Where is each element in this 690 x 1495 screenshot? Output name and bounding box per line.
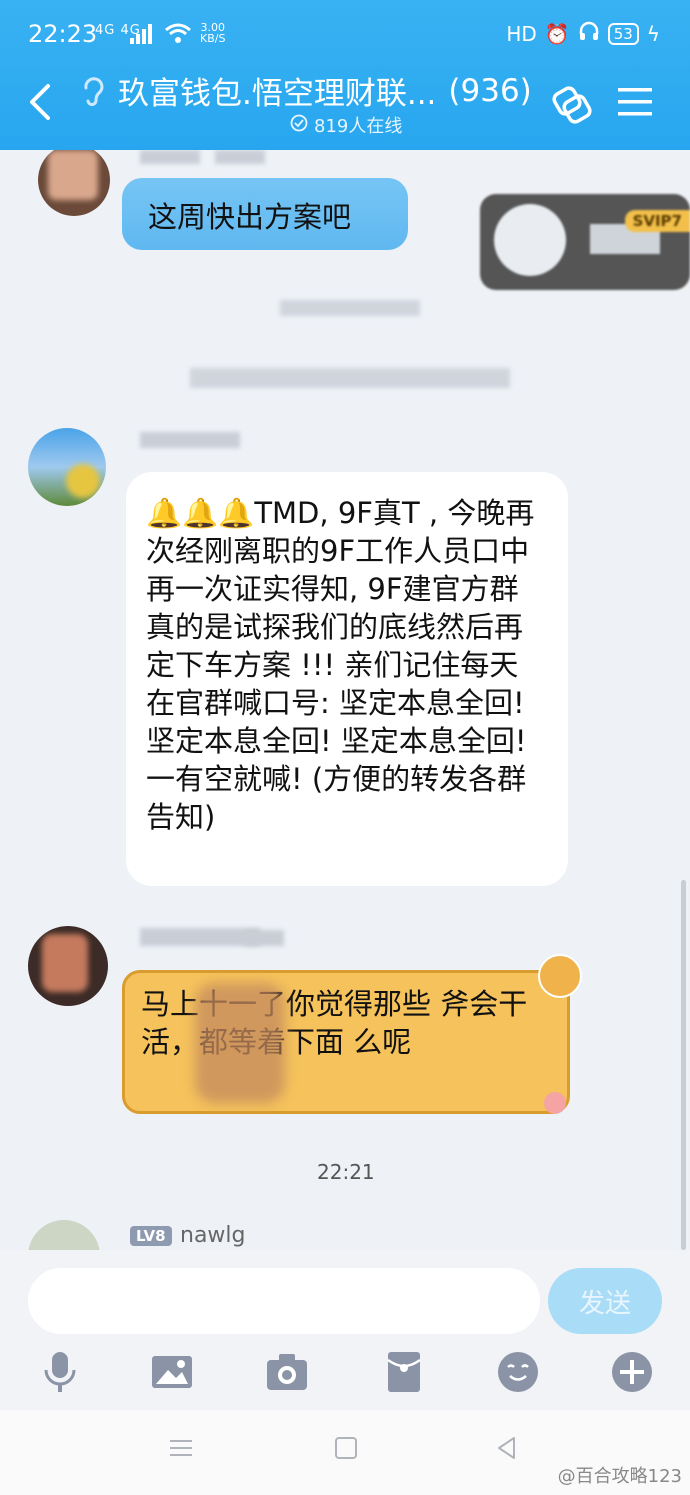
chat-header: 22:23 4G 4G 3.00 KB/S HD ⏰ 53 ϟ 玖富钱包.悟空理… [0,0,690,150]
peach-icon [544,1092,566,1114]
ear-icon [80,76,106,106]
message-timestamp: 22:21 [317,1160,375,1184]
status-right-group: HD ⏰ 53 ϟ [506,20,660,47]
sender-name-blurred [140,928,260,946]
plus-icon [612,1352,652,1392]
online-count: 819人在线 [314,116,403,137]
charging-icon: ϟ [646,21,660,46]
home-button[interactable] [333,1435,359,1465]
sender-name-blurred [244,930,284,946]
microphone-button[interactable] [38,1350,82,1394]
member-count: (936) [448,72,532,109]
menu-icon [618,88,652,116]
battery-indicator: 53 [607,22,639,45]
plus-button[interactable] [610,1350,654,1394]
network-speed: 3.00 KB/S [200,21,226,45]
emoji-button[interactable] [496,1350,540,1394]
emoji-icon [498,1352,538,1392]
message-bubble[interactable]: 这周快出方案吧 [122,178,408,250]
menu-button[interactable] [618,86,654,122]
red-packet-button[interactable] [382,1350,426,1394]
headphones-icon [578,20,600,47]
sender-name: nawlg [180,1223,246,1248]
menu-lines-icon [170,1440,192,1456]
system-notice-blurred [280,300,420,316]
group-name: 玖富钱包.悟空理财联... [118,76,437,112]
group-share-button[interactable] [548,80,596,132]
sender-name-blurred [215,150,265,164]
message-bubble[interactable]: 🔔🔔🔔TMD, 9F真T , 今晚再次经刚离职的9F工作人员口中再一次证实得知,… [126,472,568,886]
message-input[interactable] [28,1268,540,1334]
group-share-icon [552,86,592,124]
camera-icon [267,1354,307,1390]
svip-card[interactable]: SVIP7 [480,194,690,290]
status-time: 22:23 [28,20,98,48]
input-bar: 发送 [0,1250,690,1410]
watermark: @百合攻略123 [557,1466,682,1487]
image-button[interactable] [150,1350,194,1394]
red-packet-icon [387,1352,421,1392]
chat-title[interactable]: 玖富钱包.悟空理财联... (936) [80,68,532,113]
microphone-icon [44,1352,76,1392]
triangle-back-icon [498,1437,515,1459]
scrollbar[interactable] [681,880,686,1250]
online-status: 819人在线 [290,112,402,138]
avatar[interactable] [28,428,106,506]
svip-badge: SVIP7 [624,210,690,232]
avatar[interactable] [28,1220,100,1250]
back-arrow-icon [30,84,50,120]
system-notice-blurred [190,368,510,388]
signal-icon [130,24,156,48]
monkey-sticker-icon [538,954,582,998]
system-nav-bar: @百合攻略123 [0,1410,690,1495]
alarm-icon: ⏰ [544,21,570,46]
chat-message-list[interactable]: 这周快出方案吧 SVIP7 🔔🔔🔔TMD, 9F真T , 今晚再次经刚离职的9F… [0,150,690,1250]
hd-label: HD [506,21,537,46]
back-button[interactable] [22,80,62,124]
avatar[interactable] [28,926,108,1006]
sender-name-blurred [140,432,240,448]
level-badge: LV8 [130,1226,172,1246]
send-button[interactable]: 发送 [548,1268,662,1334]
nav-back-button[interactable] [494,1435,520,1465]
message-text: 🔔🔔🔔TMD, 9F真T , 今晚再次经刚离职的9F工作人员口中再一次证实得知,… [146,496,535,834]
camera-button[interactable] [265,1350,309,1394]
check-circle-icon [290,114,308,137]
sender-name-blurred [140,150,200,164]
image-icon [152,1356,192,1388]
home-square-icon [335,1437,357,1459]
avatar[interactable] [38,150,110,216]
wifi-icon [164,22,192,48]
recent-apps-button[interactable] [168,1435,194,1465]
message-text: 这周快出方案吧 [148,200,352,234]
message-bubble[interactable]: 马上十一了你觉得那些 斧会干活，都等着下面 么呢 [122,970,570,1114]
